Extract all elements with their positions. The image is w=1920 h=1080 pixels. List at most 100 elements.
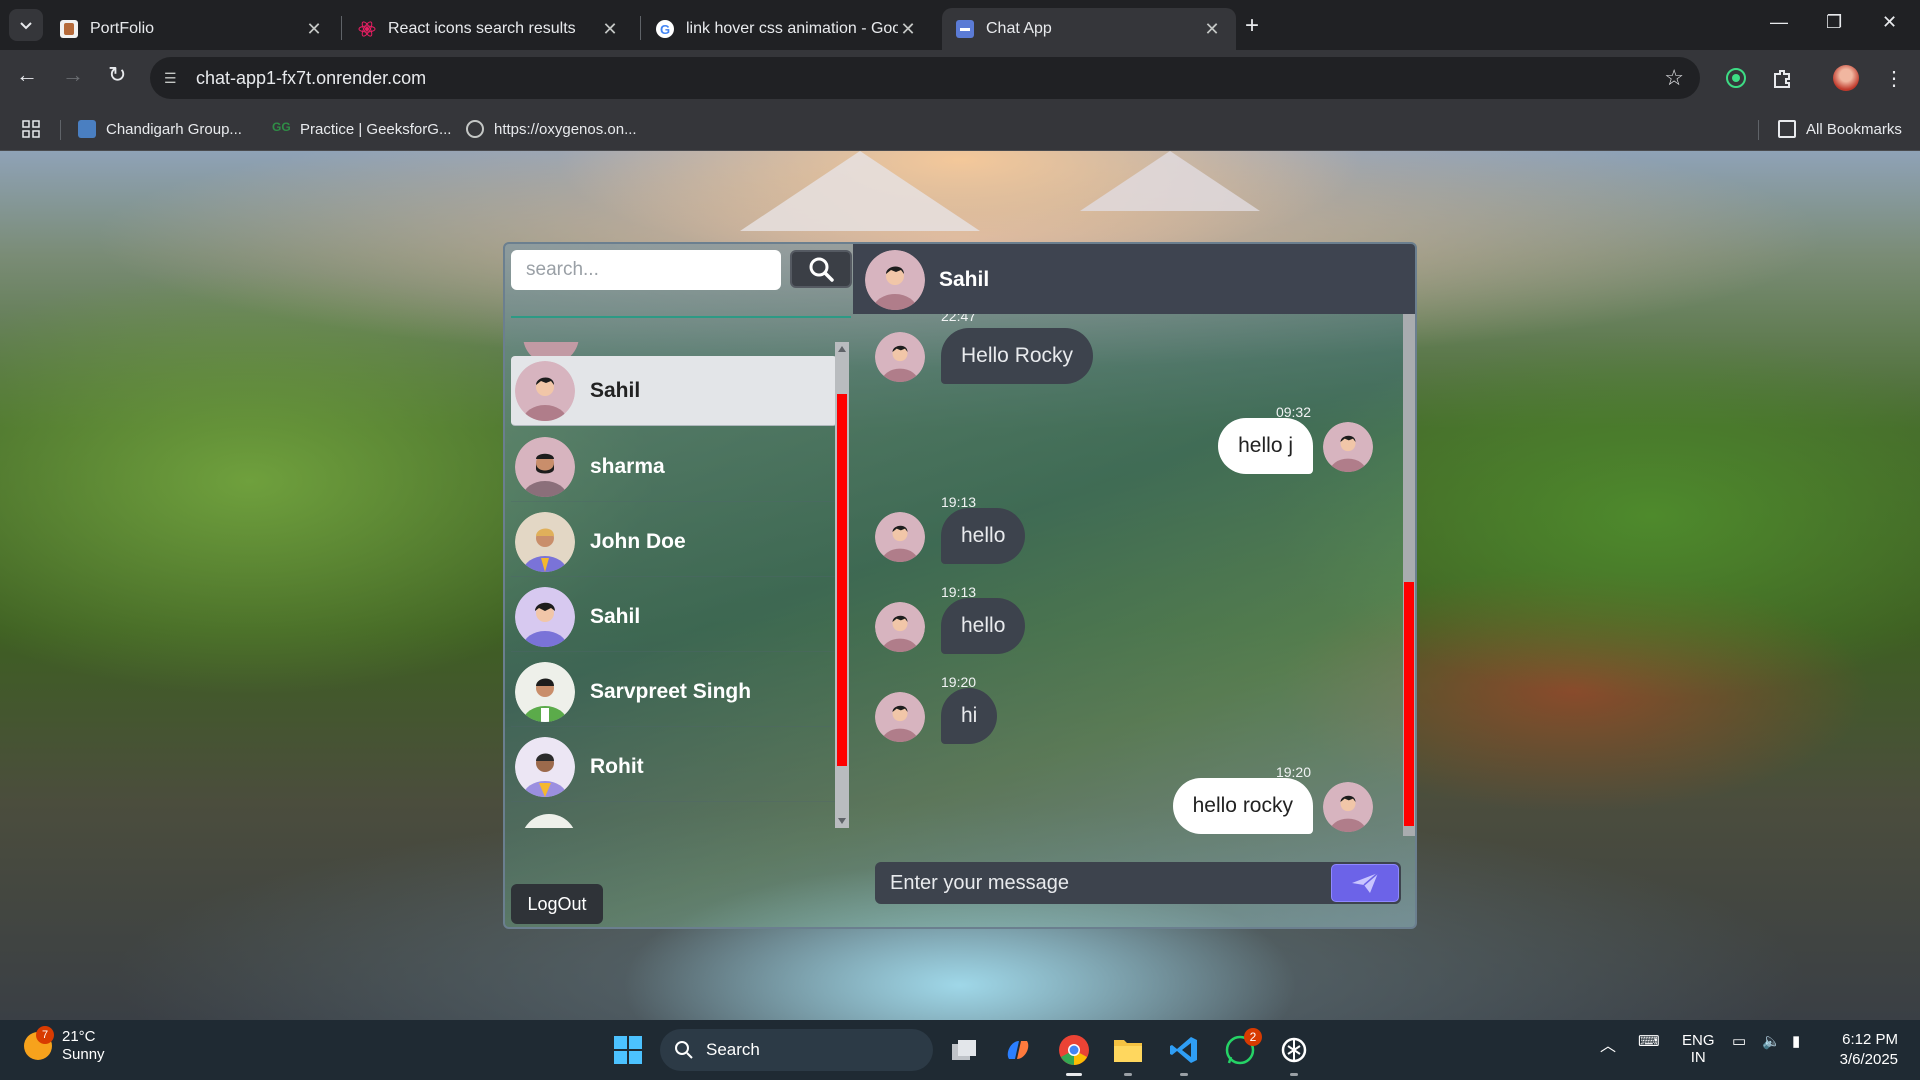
- tab-chat-app[interactable]: Chat App ✕: [942, 8, 1236, 50]
- extension-target-icon[interactable]: [1722, 64, 1750, 92]
- extensions-puzzle-icon[interactable]: [1768, 64, 1796, 92]
- whatsapp-icon[interactable]: 2: [1222, 1028, 1262, 1068]
- keyboard-icon[interactable]: ⌨: [1638, 1032, 1660, 1050]
- bookmark-label: https://oxygenos.on...: [494, 120, 637, 138]
- new-tab-button[interactable]: +: [1245, 12, 1259, 40]
- google-favicon-icon: G: [656, 20, 674, 38]
- clock-date: 3/6/2025: [1839, 1051, 1898, 1068]
- avatar: [515, 436, 575, 497]
- apps-grid-icon[interactable]: [22, 116, 40, 142]
- user-item-sahil-2[interactable]: Sahil: [511, 582, 837, 652]
- message-bubble: hello: [941, 508, 1026, 564]
- scroll-down-arrow-icon[interactable]: [838, 818, 846, 824]
- message-input[interactable]: [875, 862, 1331, 904]
- all-bookmarks-button[interactable]: All Bookmarks: [1778, 116, 1902, 142]
- search-divider: [511, 316, 851, 318]
- vscode-icon[interactable]: [1166, 1032, 1202, 1068]
- bookmark-chandigarh[interactable]: Chandigarh Group...: [78, 116, 242, 142]
- language-code: ENG: [1682, 1032, 1715, 1049]
- search-button[interactable]: [790, 250, 852, 288]
- user-item-sharma[interactable]: sharma: [511, 432, 837, 502]
- avatar: [515, 661, 575, 722]
- user-search-input[interactable]: [511, 250, 781, 290]
- file-explorer-icon[interactable]: [1110, 1032, 1146, 1068]
- folder-icon: [1778, 120, 1796, 138]
- message-item: 19:13 hello: [853, 494, 1401, 574]
- bookmark-geeksforgeeks[interactable]: GG Practice | GeeksforG...: [272, 116, 451, 142]
- copilot-icon[interactable]: [1000, 1032, 1036, 1068]
- region-code: IN: [1690, 1049, 1706, 1066]
- browser-menu-icon[interactable]: ⋮: [1880, 64, 1908, 92]
- tab-portfolio[interactable]: PortFolio ✕: [46, 8, 338, 50]
- bookmark-oxygenos[interactable]: https://oxygenos.on...: [466, 116, 637, 142]
- message-bubble: Hello Rocky: [941, 328, 1094, 384]
- chat-header-name: Sahil: [939, 268, 990, 291]
- user-name: Sarvpreet Singh: [590, 679, 752, 703]
- restore-button[interactable]: ❐: [1826, 12, 1842, 33]
- user-item-sarvpreet-singh[interactable]: Sarvpreet Singh: [511, 657, 837, 727]
- system-clock[interactable]: 6:12 PM 3/6/2025: [1840, 1030, 1898, 1070]
- weather-condition: Sunny: [62, 1046, 105, 1063]
- network-icon[interactable]: ▭: [1732, 1032, 1746, 1050]
- close-tab-icon[interactable]: ✕: [1202, 19, 1222, 40]
- user-panel: Sahil sharma John Doe Sahil Sarvpreet Si…: [505, 244, 853, 927]
- tab-title: Chat App: [986, 20, 1052, 37]
- chat-app-window: Sahil sharma John Doe Sahil Sarvpreet Si…: [503, 242, 1417, 929]
- message-list: 22:47 Hello Rocky 09:32 hello j 19:13 he…: [853, 314, 1401, 836]
- message-composer: [875, 862, 1401, 904]
- temperature: 21°C: [62, 1028, 96, 1045]
- tab-title: PortFolio: [90, 20, 155, 37]
- clock-time: 6:12 PM: [1842, 1031, 1898, 1048]
- cgc-favicon-icon: [78, 120, 96, 138]
- windows-start-icon[interactable]: [610, 1032, 646, 1068]
- tab-strip: PortFolio ✕ React icons search results ✕…: [0, 0, 1920, 50]
- send-button[interactable]: [1331, 864, 1399, 902]
- address-bar[interactable]: ☰ chat-app1-fx7t.onrender.com ☆: [150, 57, 1700, 99]
- user-item-john-doe[interactable]: John Doe: [511, 507, 837, 577]
- chat-panel: Sahil 22:47 Hello Rocky 09:32 hello j 19…: [853, 244, 1415, 927]
- volume-icon[interactable]: 🔈: [1762, 1032, 1781, 1050]
- user-name: Sahil: [590, 604, 641, 628]
- chatgpt-icon[interactable]: [1276, 1032, 1312, 1068]
- send-plane-icon: [1352, 872, 1379, 893]
- reload-icon[interactable]: ↻: [108, 62, 126, 88]
- user-item-sahil[interactable]: Sahil: [511, 356, 837, 426]
- forward-arrow-icon[interactable]: →: [62, 62, 84, 88]
- scroll-up-arrow-icon[interactable]: [838, 346, 846, 352]
- close-tab-icon[interactable]: ✕: [898, 19, 918, 40]
- taskbar-search-box[interactable]: Search: [660, 1029, 933, 1071]
- task-view-icon[interactable]: [946, 1032, 982, 1068]
- chat-scrollbar[interactable]: [1403, 314, 1415, 836]
- user-item-rohit[interactable]: Rohit: [511, 732, 837, 802]
- page-background-scenery: Sahil sharma John Doe Sahil Sarvpreet Si…: [0, 151, 1920, 1020]
- chrome-icon[interactable]: [1056, 1032, 1092, 1068]
- tab-google-search[interactable]: G link hover css animation - Goog ✕: [642, 8, 932, 50]
- close-window-button[interactable]: ✕: [1882, 12, 1897, 33]
- bookmarks-bar: Chandigarh Group... GG Practice | Geeksfo…: [0, 108, 1920, 151]
- avatar: [1323, 422, 1373, 472]
- bookmark-star-icon[interactable]: ☆: [1664, 65, 1684, 91]
- logout-button[interactable]: LogOut: [511, 884, 603, 924]
- minimize-button[interactable]: —: [1770, 12, 1788, 33]
- weather-widget[interactable]: 7 21°C Sunny: [24, 1026, 105, 1064]
- user-list-scrollbar[interactable]: [835, 342, 849, 828]
- back-arrow-icon[interactable]: ←: [16, 62, 38, 88]
- tab-react-icons[interactable]: React icons search results ✕: [344, 8, 634, 50]
- gfg-favicon-icon: GG: [272, 120, 291, 134]
- language-indicator[interactable]: ENG IN: [1682, 1032, 1715, 1066]
- scrollbar-thumb[interactable]: [1404, 582, 1414, 826]
- avatar: [515, 511, 575, 572]
- chat-app-favicon-icon: [956, 20, 974, 38]
- close-tab-icon[interactable]: ✕: [304, 19, 324, 40]
- close-tab-icon[interactable]: ✕: [600, 19, 620, 40]
- chevron-up-icon[interactable]: ︿: [1600, 1032, 1616, 1056]
- user-list: Sahil sharma John Doe Sahil Sarvpreet Si…: [509, 342, 839, 828]
- site-info-icon[interactable]: ☰: [164, 70, 182, 87]
- battery-icon[interactable]: ▮: [1792, 1032, 1800, 1050]
- globe-icon: [466, 120, 484, 138]
- scrollbar-thumb[interactable]: [837, 394, 847, 766]
- profile-avatar[interactable]: [1832, 64, 1860, 92]
- tab-search-menu-button[interactable]: [9, 9, 43, 41]
- avatar: [875, 332, 925, 382]
- message-item: 19:20 hi: [853, 674, 1401, 754]
